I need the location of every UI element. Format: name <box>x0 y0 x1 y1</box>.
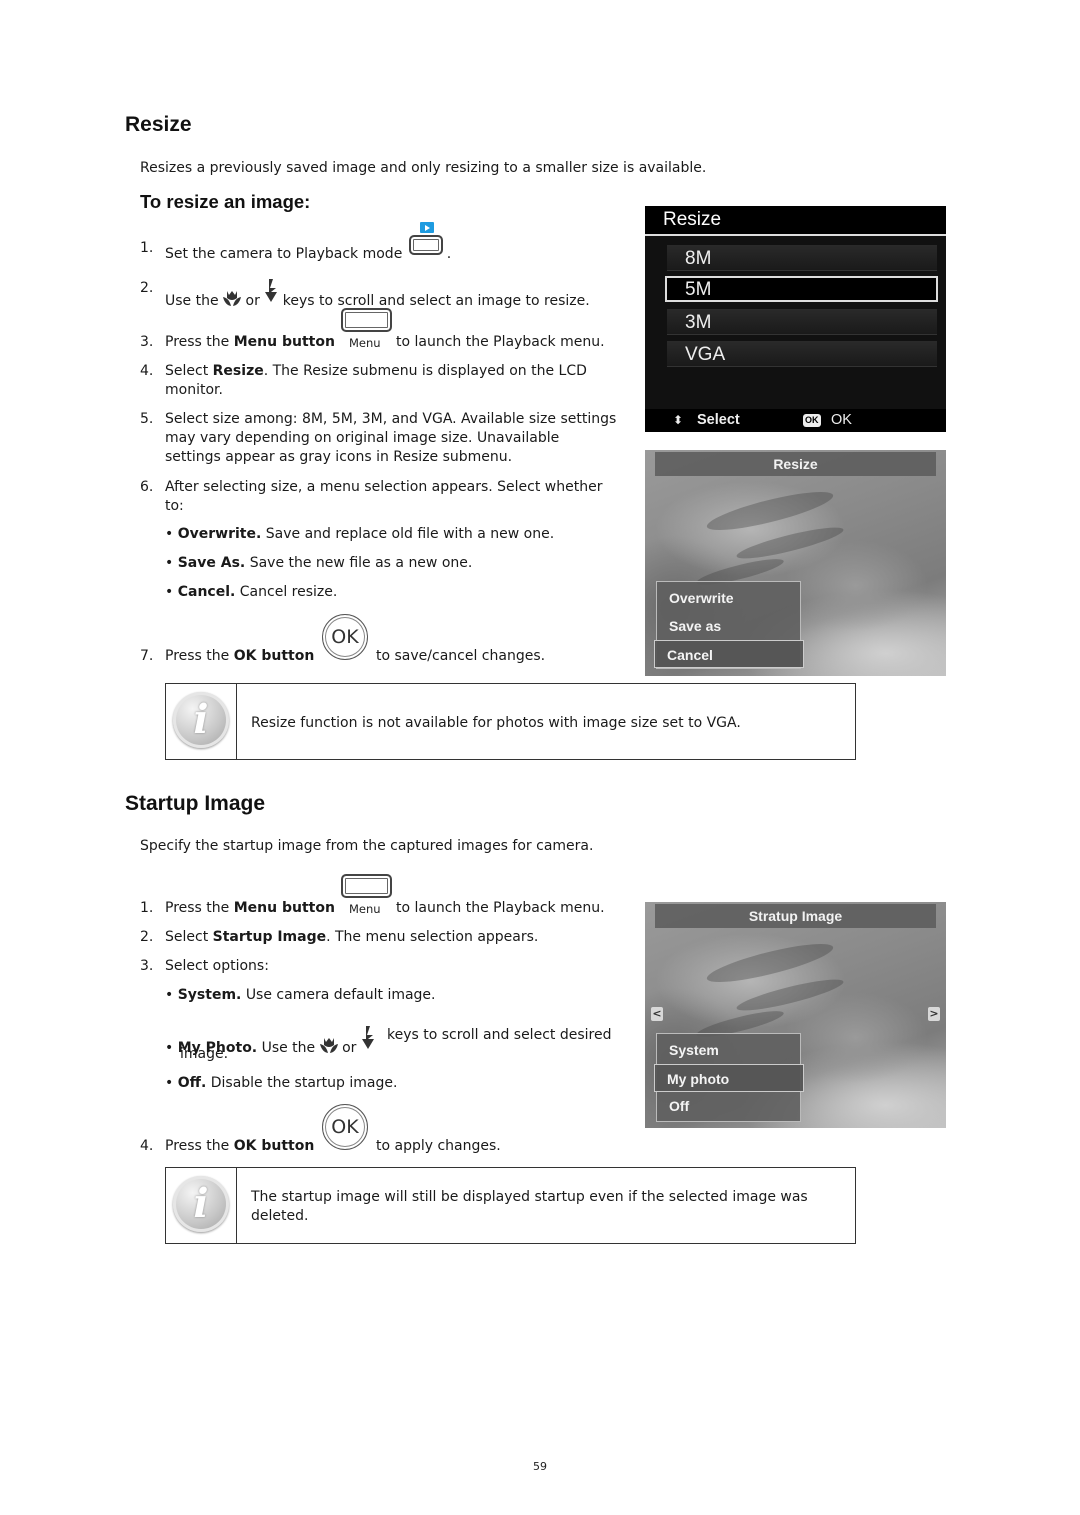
ok-chip-icon: OK <box>803 414 821 427</box>
bullet-system: • System. Use camera default image. <box>165 987 436 1003</box>
step-number: 3. <box>140 958 154 974</box>
bullet-cancel: • Cancel. Cancel resize. <box>165 584 338 600</box>
startup-options: System My photo Off <box>654 1033 804 1122</box>
resize-step-3: 3. Press the Menu button <box>140 334 335 350</box>
resize-step-2: 2. Use the or keys to scroll and select … <box>140 279 590 309</box>
ok-button-icon: OK <box>322 1104 368 1150</box>
step-number: 2. <box>140 280 154 296</box>
chevron-left-icon[interactable]: < <box>651 1007 663 1021</box>
lcd-resize-confirm: Resize Overwrite Save as Cancel <box>645 450 946 676</box>
flash-icon <box>265 279 278 302</box>
note-resize: i Resize function is not available for p… <box>165 683 856 760</box>
bullet-overwrite: • Overwrite. Save and replace old file w… <box>165 526 555 542</box>
info-icon: i <box>173 692 229 748</box>
menu-key-label: Menu <box>349 336 381 350</box>
startup-intro: Specify the startup image from the captu… <box>140 838 594 854</box>
menu-button-icon <box>341 874 392 898</box>
playback-icon <box>419 222 434 233</box>
resize-step-4: 4. Select Resize. The Resize submenu is … <box>140 363 587 398</box>
note-text: Resize function is not available for pho… <box>251 715 741 731</box>
size-option-8m[interactable]: 8M <box>667 245 937 271</box>
option-my-photo-selected[interactable]: My photo <box>654 1064 804 1092</box>
macro-flower-icon <box>223 291 242 306</box>
option-off[interactable]: Off <box>657 1092 800 1120</box>
step-number: 7. <box>140 648 154 664</box>
up-down-icon: ⬍ <box>673 413 684 427</box>
startup-step-3: 3. Select options: <box>140 958 269 974</box>
step-text: Set the camera to Playback mode <box>165 246 403 262</box>
note-text: The startup image will still be displaye… <box>251 1189 808 1224</box>
resize-step-6: 6. After selecting size, a menu selectio… <box>140 479 603 514</box>
lcd-resize-menu: Resize 8M 5M 3M VGA ⬍ Select OK OK <box>645 206 946 432</box>
footer-select-label: Select <box>697 412 740 428</box>
section-title-startup-image: Startup Image <box>125 792 266 815</box>
page-number: 59 <box>533 1460 547 1473</box>
option-system[interactable]: System <box>657 1036 800 1064</box>
resize-step-3-tail: to launch the Playback menu. <box>396 334 605 350</box>
resize-subtitle: To resize an image: <box>140 191 311 212</box>
lcd-title: Resize <box>655 452 936 476</box>
info-icon: i <box>173 1176 229 1232</box>
ok-button-icon: OK <box>322 614 368 660</box>
option-overwrite[interactable]: Overwrite <box>657 584 800 612</box>
startup-step-1: 1. Press the Menu button <box>140 900 335 916</box>
footer-ok-label: OK <box>831 412 852 428</box>
menu-key-label: Menu <box>349 902 381 916</box>
note-startup: i The startup image will still be displa… <box>165 1167 856 1244</box>
step-number: 1. <box>140 240 154 256</box>
resize-step-7: 7. Press the OK button <box>140 648 315 664</box>
resize-intro: Resizes a previously saved image and onl… <box>140 160 707 176</box>
size-option-3m[interactable]: 3M <box>667 309 937 335</box>
startup-step-4: 4. Press the OK button <box>140 1138 315 1154</box>
startup-step-1-tail: to launch the Playback menu. <box>396 900 605 916</box>
step-number: 1. <box>140 900 154 916</box>
step-number: 3. <box>140 334 154 350</box>
lcd-title: Resize <box>645 206 946 236</box>
chevron-right-icon[interactable]: > <box>928 1007 940 1021</box>
playback-key <box>407 222 447 258</box>
step-number: 2. <box>140 929 154 945</box>
size-option-5m-selected[interactable]: 5M <box>665 276 938 302</box>
startup-step-2: 2. Select Startup Image. The menu select… <box>140 929 539 945</box>
playback-button-icon <box>408 235 443 255</box>
lcd-startup-image: Stratup Image < > System My photo Off <box>645 902 946 1128</box>
step-number: 4. <box>140 363 154 379</box>
lcd-title: Stratup Image <box>655 904 936 928</box>
startup-step-4-tail: to apply changes. <box>376 1138 501 1154</box>
step-number: 6. <box>140 479 154 495</box>
step-number: 5. <box>140 411 154 427</box>
resize-step-5: 5. Select size among: 8M, 5M, 3M, and VG… <box>140 411 617 465</box>
section-title-resize: Resize <box>125 113 192 136</box>
bullet-my-photo-text: keys to scroll and select desired image. <box>180 1027 612 1062</box>
step-number: 4. <box>140 1138 154 1154</box>
option-save-as[interactable]: Save as <box>657 612 800 640</box>
bullet-off: • Off. Disable the startup image. <box>165 1075 398 1091</box>
confirm-options: Overwrite Save as Cancel <box>654 581 804 669</box>
resize-step-1: 1. Set the camera to Playback mode . <box>140 222 451 262</box>
lcd-footer: ⬍ Select OK OK <box>645 409 946 432</box>
menu-button-icon <box>341 308 392 332</box>
option-cancel-selected[interactable]: Cancel <box>654 640 804 668</box>
bullet-save-as: • Save As. Save the new file as a new on… <box>165 555 473 571</box>
size-option-vga[interactable]: VGA <box>667 341 937 367</box>
resize-step-7-tail: to save/cancel changes. <box>376 648 546 664</box>
